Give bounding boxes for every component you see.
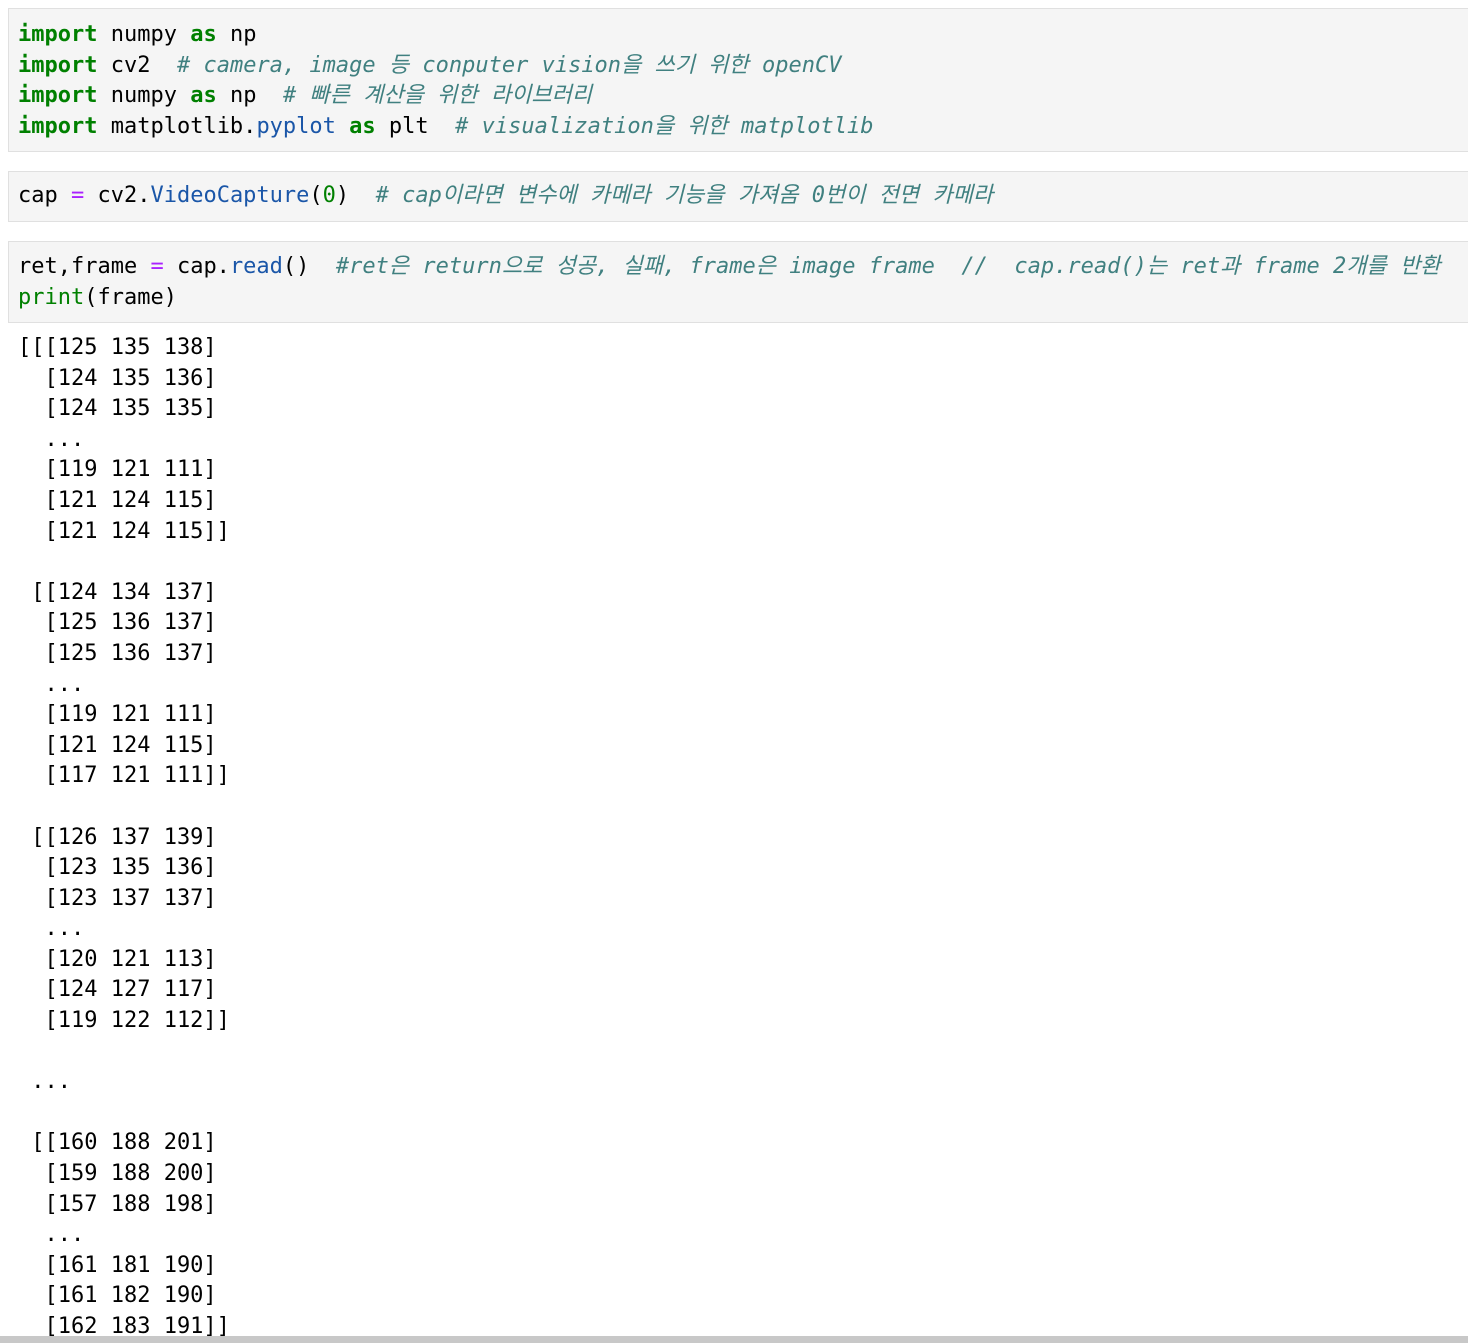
output-line: ... xyxy=(18,1069,71,1095)
output-line: ... xyxy=(18,426,85,452)
horizontal-scrollbar[interactable] xyxy=(0,1336,1468,1343)
output-line: [[126 137 139] xyxy=(18,824,217,850)
output-line: [117 121 111]] xyxy=(18,763,230,789)
code-comment: # cap이라면 변수에 카메라 기능을 가져옴 0번이 전면 카메라 xyxy=(375,183,994,208)
code-line: print(frame) xyxy=(18,283,1440,314)
code-token: numpy xyxy=(97,22,191,47)
code-token: ) xyxy=(335,183,376,208)
output-line: [161 181 190] xyxy=(18,1252,217,1278)
code-editor[interactable]: import numpy as np import cv2 # camera, i… xyxy=(18,20,874,142)
code-token: numpy xyxy=(97,83,191,109)
code-token: ( xyxy=(309,183,323,208)
output-line: [123 135 136] xyxy=(18,855,217,881)
code-keyword: import xyxy=(18,113,98,139)
code-token: cv2. xyxy=(84,183,151,208)
code-token: 0 xyxy=(322,183,336,208)
code-keyword: import xyxy=(18,83,98,109)
code-token: read xyxy=(229,254,283,279)
code-comment: # 빠른 계산을 위한 라이브러리 xyxy=(282,83,593,109)
output-line: ... xyxy=(18,916,85,942)
output-line: [161 182 190] xyxy=(18,1283,217,1309)
output-line: [125 136 137] xyxy=(18,640,217,666)
output-line: ... xyxy=(18,1222,85,1248)
code-line: cap = cv2.VideoCapture(0) # cap이라면 변수에 카… xyxy=(18,181,993,212)
code-token: matplotlib. xyxy=(97,113,257,139)
output-line: ... xyxy=(18,671,85,697)
code-keyword: as xyxy=(190,83,217,109)
output-line: [121 124 115]] xyxy=(18,518,230,544)
code-keyword: import xyxy=(18,22,98,47)
code-token: = xyxy=(150,254,164,279)
output-line: [121 124 115] xyxy=(18,732,217,758)
code-keyword: as xyxy=(349,113,376,139)
code-keyword: as xyxy=(190,22,217,47)
output-line: [159 188 200] xyxy=(18,1161,217,1187)
code-line: import matplotlib.pyplot as plt # visual… xyxy=(18,112,874,143)
output-line: [[[125 135 138] xyxy=(18,335,217,360)
code-token: cap xyxy=(18,183,71,208)
code-line: import numpy as np # 빠른 계산을 위한 라이브러리 xyxy=(18,81,874,112)
output-line: [119 122 112]] xyxy=(18,1008,230,1034)
output-line: [[160 188 201] xyxy=(18,1130,217,1156)
code-line: ret,frame = cap.read() #ret은 return으로 성공… xyxy=(18,252,1440,283)
code-token: plt xyxy=(375,113,456,139)
code-editor[interactable]: cap = cv2.VideoCapture(0) # cap이라면 변수에 카… xyxy=(18,181,993,212)
code-token: print xyxy=(18,284,85,310)
code-cell-read-frame[interactable]: ret,frame = cap.read() #ret은 return으로 성공… xyxy=(8,241,1468,323)
output-line: [157 188 198] xyxy=(18,1191,217,1217)
code-token: VideoCapture xyxy=(150,183,310,208)
output-line: [[124 134 137] xyxy=(18,579,217,605)
code-line: import numpy as np xyxy=(18,20,874,51)
output-line: [121 124 115] xyxy=(18,487,217,513)
output-line: [124 127 117] xyxy=(18,977,217,1003)
code-cell-imports[interactable]: import numpy as np import cv2 # camera, i… xyxy=(8,8,1468,152)
output-line: [125 136 137] xyxy=(18,610,217,636)
code-comment: # camera, image 등 conputer vision을 쓰기 위한… xyxy=(176,52,842,78)
output-line: [119 121 111] xyxy=(18,702,217,728)
code-token: cv2 xyxy=(97,52,177,78)
code-keyword: import xyxy=(18,52,98,78)
cell-output: [[[125 135 138] [124 135 136] [124 135 1… xyxy=(18,333,230,1343)
code-token: ret,frame xyxy=(18,254,151,279)
code-token: pyplot xyxy=(256,113,336,139)
code-editor[interactable]: ret,frame = cap.read() #ret은 return으로 성공… xyxy=(18,252,1440,313)
output-line: [124 135 135] xyxy=(18,396,217,422)
output-line: [124 135 136] xyxy=(18,365,217,391)
output-line: [119 121 111] xyxy=(18,457,217,483)
code-line: import cv2 # camera, image 등 conputer vi… xyxy=(18,51,874,82)
code-comment: # visualization을 위한 matplotlib xyxy=(455,113,874,139)
code-token: cap. xyxy=(163,254,230,279)
code-cell-capture[interactable]: cap = cv2.VideoCapture(0) # cap이라면 변수에 카… xyxy=(8,171,1468,222)
code-token: np xyxy=(216,83,283,109)
code-token: = xyxy=(70,183,85,208)
code-token: (frame) xyxy=(84,284,177,310)
output-line: [123 137 137] xyxy=(18,885,217,911)
code-comment: #ret은 return으로 성공, 실패, frame은 image fram… xyxy=(335,254,1441,279)
output-line: [120 121 113] xyxy=(18,946,217,972)
code-token: np xyxy=(216,22,257,47)
code-token: () xyxy=(282,254,336,279)
